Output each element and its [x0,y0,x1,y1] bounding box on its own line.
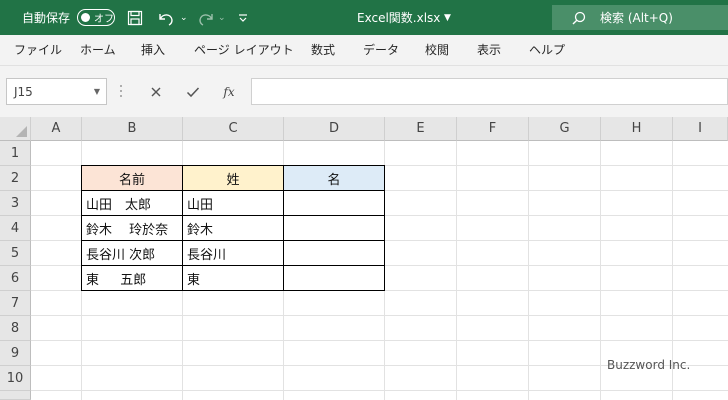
gridline [31,315,728,316]
row-header-6[interactable]: 6 [0,266,31,291]
tab-data[interactable]: データ [363,35,399,66]
table-cell-d3[interactable] [284,191,384,215]
gridline [384,141,385,400]
row-header-2[interactable]: 2 [0,166,31,191]
column-header-g[interactable]: G [529,117,601,141]
redo-icon[interactable] [197,0,215,35]
table-cell-c6[interactable]: 東 [183,266,283,290]
header-cell-surname[interactable]: 姓 [183,166,283,190]
select-all-triangle-icon [16,126,27,137]
autosave-label: 自動保存 [22,11,71,25]
table-cell-b4[interactable]: 鈴木 玲於奈 [82,216,182,240]
row-header-8[interactable]: 8 [0,316,31,341]
undo-icon[interactable] [157,0,175,35]
column-header-b[interactable]: B [82,117,183,141]
name-box[interactable]: J15 ▼ [6,78,107,105]
enter-checkmark-icon[interactable] [183,78,203,105]
cancel-icon[interactable] [146,78,166,105]
autosave-state: オフ [94,14,114,25]
gridline [456,141,457,400]
row-header-5[interactable]: 5 [0,241,31,266]
row-header-10[interactable]: 10 [0,366,31,391]
redo-dropdown-icon[interactable]: ⌄ [218,0,226,35]
insert-function-icon[interactable]: fx [219,78,239,105]
row-header-3[interactable]: 3 [0,191,31,216]
table-cell-d6[interactable] [284,266,384,290]
row-header-11[interactable] [0,391,31,400]
table-border [283,165,284,291]
search-box[interactable]: 検索 (Alt+Q) [552,5,728,30]
tab-review[interactable]: 校閲 [425,35,449,66]
tab-home[interactable]: ホーム [80,35,116,66]
table-border [81,215,385,216]
table-cell-b6[interactable]: 東 五郎 [82,266,182,290]
column-header-h[interactable]: H [601,117,673,141]
table-cell-d4[interactable] [284,216,384,240]
table-cell-b3[interactable]: 山田 太郎 [82,191,182,215]
name-box-dropdown-icon[interactable]: ▼ [94,87,100,96]
header-cell-given-name[interactable]: 名 [284,166,384,190]
splitter-handle-icon[interactable] [119,84,123,98]
table-cell-d5[interactable] [284,241,384,265]
table-border [81,265,385,266]
table-cell-c3[interactable]: 山田 [183,191,283,215]
table-border [81,240,385,241]
name-box-value: J15 [14,84,33,99]
document-title: Excel関数.xlsx [357,11,441,25]
gridline [31,390,728,391]
column-header-c[interactable]: C [183,117,284,141]
table-cell-c5[interactable]: 長谷川 [183,241,283,265]
search-label: 検索 (Alt+Q) [600,11,673,25]
column-header-f[interactable]: F [457,117,529,141]
formula-input[interactable] [251,78,728,105]
table-border [81,190,385,191]
formula-bar: J15 ▼ fx [0,66,728,117]
table-cell-c4[interactable]: 鈴木 [183,216,283,240]
gridline [600,141,601,400]
column-header-a[interactable]: A [31,117,82,141]
ribbon-tabs: ファイル ホーム 挿入 ページ レイアウト 数式 データ 校閲 表示 ヘルプ [0,35,728,66]
customize-toolbar-icon[interactable] [237,0,249,35]
title-dropdown-icon[interactable]: ▼ [444,0,451,35]
toggle-knob [81,13,90,22]
row-header-4[interactable]: 4 [0,216,31,241]
tab-page-layout[interactable]: ページ レイアウト [194,35,294,66]
row-header-7[interactable]: 7 [0,291,31,316]
autosave-toggle[interactable]: オフ [77,9,115,26]
row-header-9[interactable]: 9 [0,341,31,366]
search-icon [572,11,586,25]
save-icon[interactable] [127,0,143,35]
header-cell-name[interactable]: 名前 [82,166,182,190]
gridline [528,141,529,400]
tab-view[interactable]: 表示 [477,35,501,66]
column-header-d[interactable]: D [284,117,385,141]
column-header-e[interactable]: E [385,117,457,141]
gridline [31,340,728,341]
row-header-1[interactable]: 1 [0,141,31,166]
title-bar: 自動保存 オフ ⌄ ⌄ Excel関数.xlsx ▼ 検索 (Alt+Q) [0,0,728,35]
tab-insert[interactable]: 挿入 [141,35,165,66]
tab-file[interactable]: ファイル [14,35,62,66]
gridline [31,290,728,291]
table-cell-b5[interactable]: 長谷川 次郎 [82,241,182,265]
watermark: Buzzword Inc. [607,358,691,372]
tab-help[interactable]: ヘルプ [529,35,565,66]
table-border [182,165,183,291]
undo-dropdown-icon[interactable]: ⌄ [180,0,188,35]
tab-formulas[interactable]: 数式 [311,35,335,66]
column-header-i[interactable]: I [673,117,728,141]
select-all-corner[interactable] [0,117,31,141]
